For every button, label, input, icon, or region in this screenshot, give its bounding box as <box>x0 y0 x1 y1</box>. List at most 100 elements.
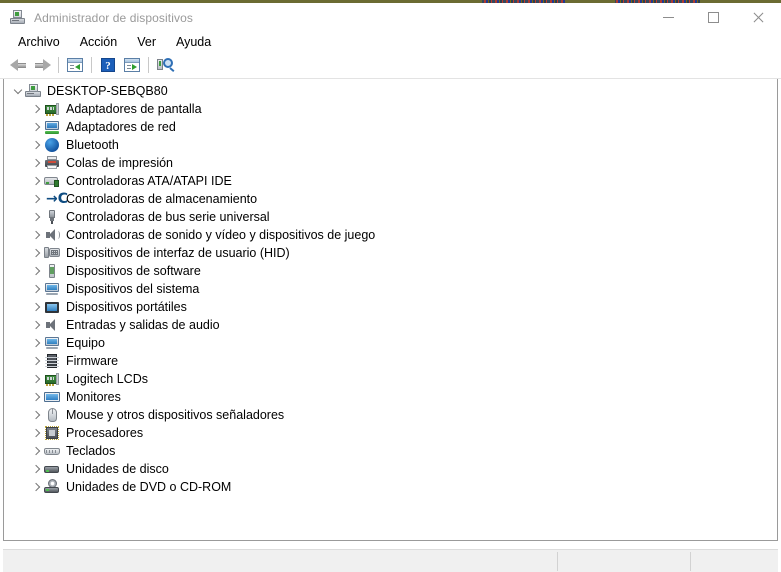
storage-controller-icon: →C <box>44 191 60 207</box>
chevron-right-icon[interactable] <box>30 268 44 274</box>
tree-item-sound-video-game-controllers[interactable]: Controladoras de sonido y vídeo y dispos… <box>4 226 777 244</box>
tree-item-label: Monitores <box>66 389 121 405</box>
minimize-button[interactable] <box>646 3 691 32</box>
tree-item-print-queues[interactable]: Colas de impresión <box>4 154 777 172</box>
toolbar-separator-2 <box>91 57 92 73</box>
toolbar-separator-1 <box>58 57 59 73</box>
tree-item-software-devices[interactable]: Dispositivos de software <box>4 262 777 280</box>
tree-item-label: Equipo <box>66 335 105 351</box>
keyboard-icon <box>44 443 60 459</box>
tree-item-hid-devices[interactable]: Dispositivos de interfaz de usuario (HID… <box>4 244 777 262</box>
chevron-right-icon[interactable] <box>30 412 44 418</box>
device-tree: DESKTOP-SEBQB80 Adaptadores de pantalla … <box>4 79 777 496</box>
tree-item-storage-controllers[interactable]: →C Controladoras de almacenamiento <box>4 190 777 208</box>
chevron-right-icon[interactable] <box>30 178 44 184</box>
tree-item-network-adapters[interactable]: Adaptadores de red <box>4 118 777 136</box>
chevron-right-icon[interactable] <box>30 430 44 436</box>
tree-item-label: Mouse y otros dispositivos señaladores <box>66 407 284 423</box>
toolbar-separator-3 <box>148 57 149 73</box>
tree-item-mice-pointing-devices[interactable]: Mouse y otros dispositivos señaladores <box>4 406 777 424</box>
tree-item-usb-controllers[interactable]: Controladoras de bus serie universal <box>4 208 777 226</box>
properties-icon <box>124 58 140 72</box>
maximize-button[interactable] <box>691 3 736 32</box>
tree-item-system-devices[interactable]: Dispositivos del sistema <box>4 280 777 298</box>
chevron-right-icon[interactable] <box>30 214 44 220</box>
close-icon <box>753 12 764 23</box>
chevron-right-icon[interactable] <box>30 304 44 310</box>
dvd-drive-icon <box>44 479 60 495</box>
tree-item-display-adapters[interactable]: Adaptadores de pantalla <box>4 100 777 118</box>
chevron-right-icon[interactable] <box>30 106 44 112</box>
chevron-right-icon[interactable] <box>30 124 44 130</box>
chevron-right-icon[interactable] <box>30 340 44 346</box>
tree-item-ata-atapi-controllers[interactable]: Controladoras ATA/ATAPI IDE <box>4 172 777 190</box>
show-hide-console-tree-button[interactable] <box>63 54 87 76</box>
tree-item-monitors[interactable]: Monitores <box>4 388 777 406</box>
device-manager-icon <box>9 9 26 26</box>
processor-icon <box>44 425 60 441</box>
chevron-right-icon[interactable] <box>30 484 44 490</box>
forward-button[interactable] <box>30 54 54 76</box>
tree-item-portable-devices[interactable]: Dispositivos portátiles <box>4 298 777 316</box>
arrow-right-icon <box>34 59 51 72</box>
chevron-right-icon[interactable] <box>30 448 44 454</box>
status-panel-main <box>3 552 557 571</box>
tree-item-keyboards[interactable]: Teclados <box>4 442 777 460</box>
firmware-icon <box>44 353 60 369</box>
close-button[interactable] <box>736 3 781 32</box>
chevron-right-icon[interactable] <box>30 160 44 166</box>
menu-archivo[interactable]: Archivo <box>8 33 70 52</box>
tree-item-label: Teclados <box>66 443 115 459</box>
menu-ayuda[interactable]: Ayuda <box>166 33 221 52</box>
chevron-right-icon[interactable] <box>30 250 44 256</box>
tree-item-label: Dispositivos portátiles <box>66 299 187 315</box>
tree-item-label: Controladoras ATA/ATAPI IDE <box>66 173 232 189</box>
scan-hardware-changes-button[interactable] <box>153 54 177 76</box>
chevron-right-icon[interactable] <box>30 466 44 472</box>
status-panel-tertiary <box>690 552 778 571</box>
tree-item-disk-drives[interactable]: Unidades de disco <box>4 460 777 478</box>
properties-button[interactable] <box>120 54 144 76</box>
menu-ver[interactable]: Ver <box>127 33 166 52</box>
status-bar <box>3 549 778 572</box>
chevron-right-icon[interactable] <box>30 196 44 202</box>
display-adapter-icon <box>44 101 60 117</box>
chevron-right-icon[interactable] <box>30 322 44 328</box>
network-adapter-icon <box>44 119 60 135</box>
tree-item-audio-inputs-outputs[interactable]: Entradas y salidas de audio <box>4 316 777 334</box>
menu-accion[interactable]: Acción <box>70 33 128 52</box>
arrow-left-icon <box>10 59 27 72</box>
logitech-lcd-icon <box>44 371 60 387</box>
monitor-icon <box>44 389 60 405</box>
tree-item-label: Dispositivos de interfaz de usuario (HID… <box>66 245 290 261</box>
tree-item-logitech-lcds[interactable]: Logitech LCDs <box>4 370 777 388</box>
software-device-icon <box>44 263 60 279</box>
chevron-right-icon[interactable] <box>30 394 44 400</box>
tree-item-label: Adaptadores de red <box>66 119 176 135</box>
back-button[interactable] <box>6 54 30 76</box>
tree-item-computer[interactable]: Equipo <box>4 334 777 352</box>
chevron-right-icon[interactable] <box>30 376 44 382</box>
tree-item-label: Controladoras de bus serie universal <box>66 209 270 225</box>
tree-item-label: Dispositivos de software <box>66 263 201 279</box>
system-device-icon <box>44 281 60 297</box>
tree-item-root[interactable]: DESKTOP-SEBQB80 <box>4 82 777 100</box>
caption-button-group <box>646 3 781 32</box>
device-tree-pane[interactable]: DESKTOP-SEBQB80 Adaptadores de pantalla … <box>3 79 778 541</box>
usb-controller-icon <box>44 209 60 225</box>
chevron-right-icon[interactable] <box>30 286 44 292</box>
help-button[interactable]: ? <box>96 54 120 76</box>
tree-item-label: DESKTOP-SEBQB80 <box>47 83 168 99</box>
minimize-icon <box>663 12 674 23</box>
chevron-down-icon[interactable] <box>11 90 25 93</box>
tree-item-firmware[interactable]: Firmware <box>4 352 777 370</box>
chevron-right-icon[interactable] <box>30 142 44 148</box>
computer-root-icon <box>25 83 41 99</box>
tree-item-processors[interactable]: Procesadores <box>4 424 777 442</box>
chevron-right-icon[interactable] <box>30 358 44 364</box>
tree-item-dvd-cdrom-drives[interactable]: Unidades de DVD o CD-ROM <box>4 478 777 496</box>
chevron-right-icon[interactable] <box>30 232 44 238</box>
portable-device-icon <box>44 299 60 315</box>
tree-item-bluetooth[interactable]: ᚟ Bluetooth <box>4 136 777 154</box>
menu-bar: Archivo Acción Ver Ayuda <box>0 32 781 52</box>
